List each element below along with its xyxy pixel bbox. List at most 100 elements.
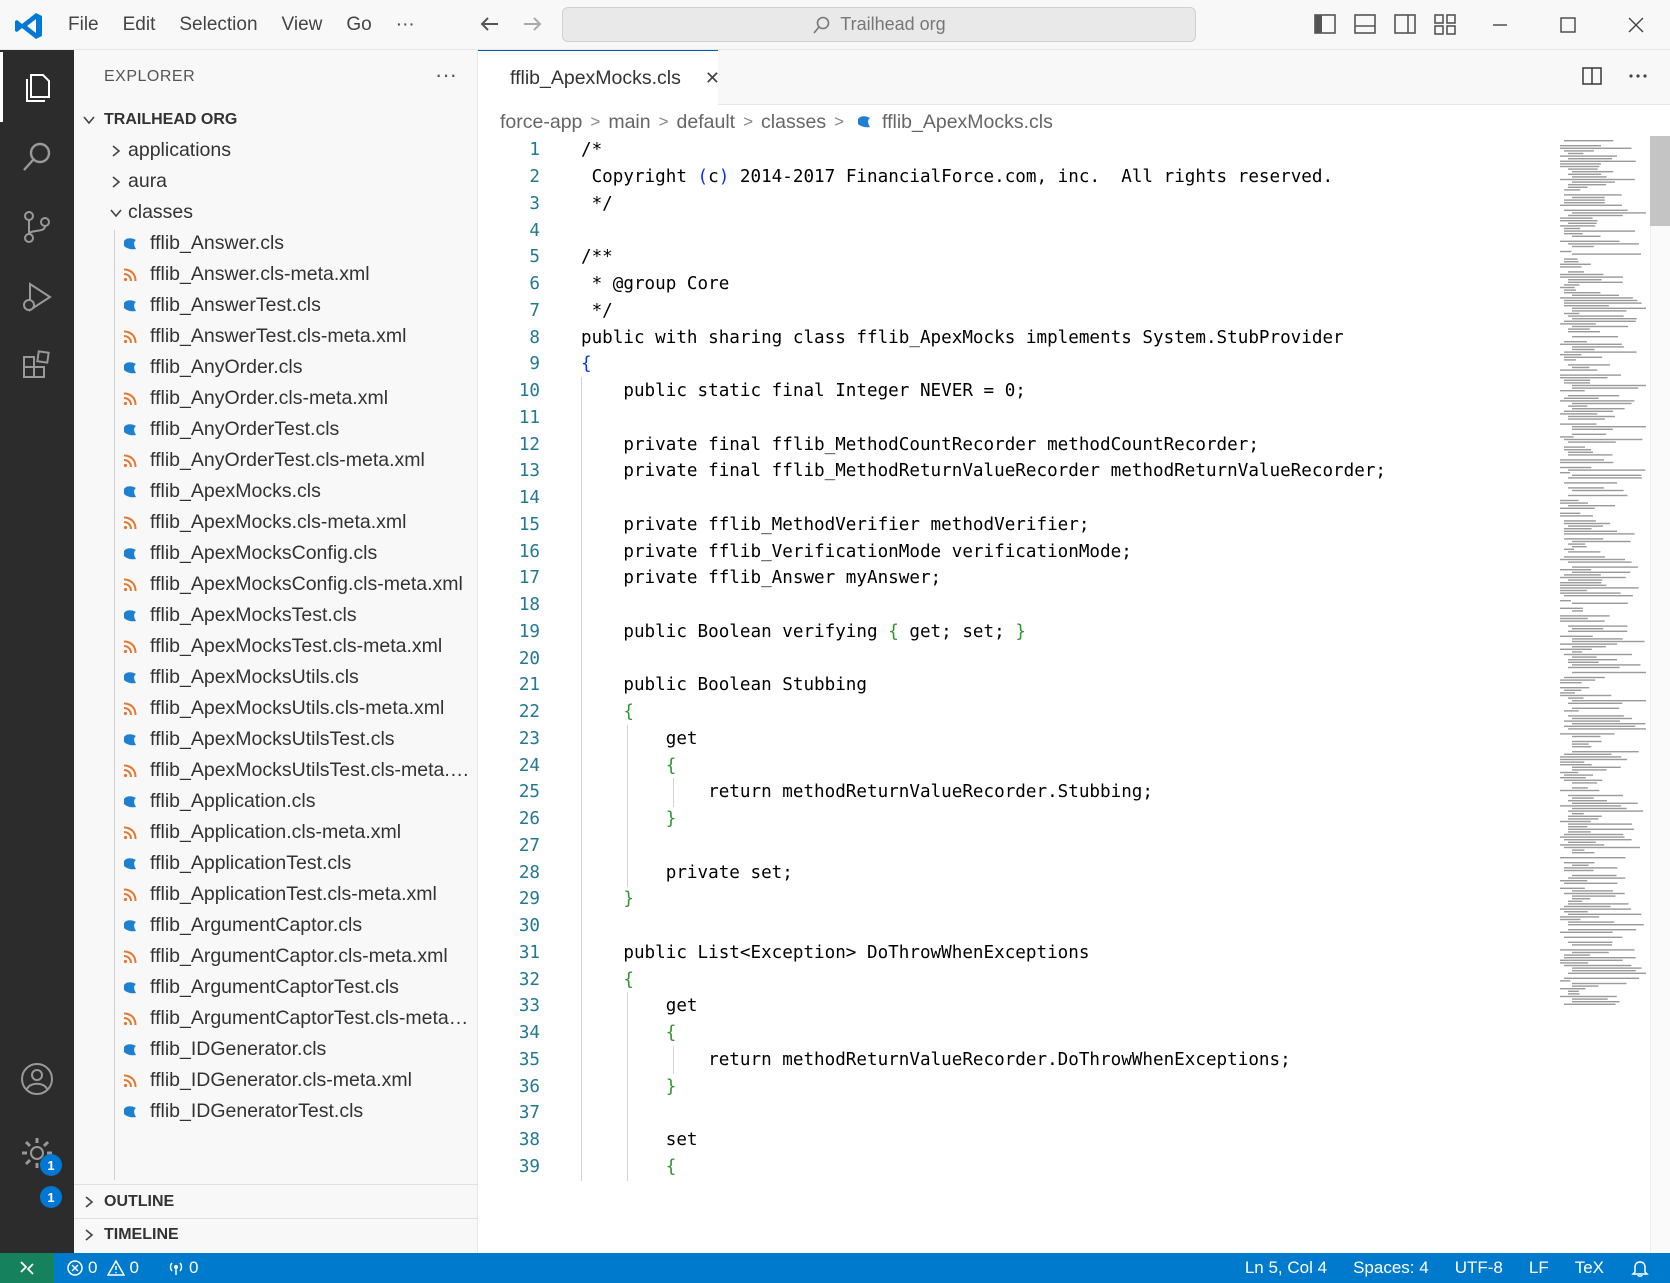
run-debug-activity[interactable] — [0, 262, 74, 332]
menu-go[interactable]: Go — [334, 14, 383, 36]
accounts-activity[interactable] — [0, 1044, 74, 1114]
maximize-button[interactable] — [1534, 0, 1602, 50]
file-item[interactable]: fflib_AnyOrderTest.cls — [74, 413, 478, 446]
file-item[interactable]: fflib_ApexMocksConfig.cls-meta.xml — [74, 568, 478, 601]
file-item[interactable]: fflib_ApexMocksTest.cls — [74, 599, 478, 632]
file-item[interactable]: fflib_IDGeneratorTest.cls — [74, 1095, 478, 1128]
file-item[interactable]: fflib_AnyOrderTest.cls-meta.xml — [74, 444, 478, 477]
code-line: 1 /* — [478, 136, 1558, 165]
broadcast-icon — [169, 1262, 183, 1275]
apex-file-icon — [124, 1106, 136, 1118]
file-item[interactable]: fflib_ApplicationTest.cls — [74, 847, 478, 880]
cursor-position[interactable]: Ln 5, Col 4 — [1245, 1258, 1327, 1278]
manage-badge: 1 — [40, 1154, 62, 1176]
editor-scrollbar-thumb[interactable] — [1650, 136, 1670, 226]
line-number: 16 — [518, 541, 540, 562]
file-item[interactable]: fflib_IDGenerator.cls — [74, 1033, 478, 1066]
menu-more[interactable]: ··· — [384, 14, 427, 36]
search-activity[interactable] — [0, 122, 74, 192]
toggle-primary-sidebar-icon[interactable] — [1312, 11, 1338, 37]
file-item[interactable]: fflib_ApplicationTest.cls-meta.xml — [74, 878, 478, 911]
toggle-panel-icon[interactable] — [1352, 11, 1378, 37]
minimize-button[interactable] — [1466, 0, 1534, 50]
editor-scrollbar[interactable] — [1650, 136, 1670, 1253]
minimap-line — [1564, 289, 1577, 291]
breadcrumb-item[interactable]: fflib_ApexMocks.cls — [882, 111, 1053, 134]
file-item[interactable]: fflib_Answer.cls — [74, 227, 478, 260]
file-item[interactable]: fflib_ApexMocksUtilsTest.cls-meta.xml — [74, 754, 478, 787]
code-text: } — [623, 889, 634, 910]
file-item[interactable]: fflib_AnswerTest.cls — [74, 289, 478, 322]
code-editor[interactable]: 1/* 2 Copyright (c) 2014-2017 FinancialFo… — [478, 136, 1558, 1253]
folder-aura[interactable]: aura — [104, 165, 167, 198]
line-number: 32 — [518, 969, 540, 990]
bell-icon[interactable] — [1630, 1258, 1650, 1278]
back-arrow-icon[interactable] — [476, 10, 504, 38]
line-number: 31 — [518, 942, 540, 963]
code-line: 22 { — [478, 697, 1558, 727]
file-item[interactable]: fflib_Application.cls — [74, 785, 478, 818]
minimap-line — [1568, 877, 1626, 879]
code-line: 34 { — [478, 1018, 1558, 1048]
end-of-line[interactable]: LF — [1529, 1258, 1549, 1278]
explorer-more-actions[interactable]: ··· — [435, 62, 457, 88]
more-actions-icon[interactable] — [1626, 64, 1650, 88]
line-number: 37 — [518, 1103, 540, 1124]
code-line: 24 { — [478, 751, 1558, 780]
customize-layout-icon[interactable] — [1432, 11, 1458, 37]
file-item[interactable]: fflib_ApexMocksUtils.cls-meta.xml — [74, 692, 478, 725]
close-tab-icon[interactable]: ✕ — [705, 68, 720, 89]
encoding[interactable]: UTF-8 — [1455, 1258, 1503, 1278]
file-item[interactable]: fflib_ApexMocksTest.cls-meta.xml — [74, 630, 478, 663]
folder-applications[interactable]: applications — [104, 134, 231, 167]
file-item[interactable]: fflib_ArgumentCaptor.cls — [74, 909, 478, 942]
tab-fflib-apexmocks[interactable]: fflib_ApexMocks.cls ✕ — [478, 50, 720, 105]
menu-view[interactable]: View — [270, 14, 335, 36]
file-item[interactable]: fflib_Answer.cls-meta.xml — [74, 258, 478, 291]
line-number: 21 — [518, 675, 540, 696]
minimap-line — [1564, 520, 1596, 522]
explorer-activity[interactable] — [0, 52, 74, 122]
breadcrumb-item[interactable]: default — [677, 111, 736, 134]
file-item[interactable]: fflib_Application.cls-meta.xml — [74, 816, 478, 849]
minimap[interactable] — [1556, 136, 1650, 1016]
breadcrumb-item[interactable]: main — [608, 111, 650, 134]
minimap-line — [1560, 805, 1622, 807]
file-item[interactable]: fflib_ApexMocksUtilsTest.cls — [74, 723, 478, 756]
split-editor-icon[interactable] — [1580, 64, 1604, 88]
forward-arrow-icon[interactable] — [518, 10, 546, 38]
file-item[interactable]: fflib_ApexMocks.cls-meta.xml — [74, 506, 478, 539]
file-item[interactable]: fflib_AnyOrder.cls-meta.xml — [74, 382, 478, 415]
timeline-section-header[interactable]: TIMELINE — [74, 1218, 478, 1251]
file-item[interactable]: fflib_IDGenerator.cls-meta.xml — [74, 1064, 478, 1097]
menu-edit[interactable]: Edit — [111, 14, 168, 36]
command-center-search[interactable]: Trailhead org — [562, 7, 1196, 42]
close-window-button[interactable] — [1602, 0, 1670, 50]
file-item[interactable]: fflib_AnyOrder.cls — [74, 351, 478, 384]
manage-activity[interactable] — [0, 1118, 74, 1188]
workspace-root-header[interactable]: TRAILHEAD ORG — [74, 103, 478, 136]
problems-indicator[interactable]: 0 0 — [66, 1258, 139, 1278]
breadcrumb-item[interactable]: force-app — [500, 111, 582, 134]
file-item[interactable]: fflib_ApexMocks.cls — [74, 475, 478, 508]
folder-classes[interactable]: classes — [104, 196, 193, 229]
file-item[interactable]: fflib_ArgumentCaptorTest.cls — [74, 971, 478, 1004]
indentation[interactable]: Spaces: 4 — [1353, 1258, 1429, 1278]
language-mode[interactable]: TeX — [1575, 1258, 1604, 1278]
remote-indicator[interactable] — [0, 1253, 54, 1283]
menu-selection[interactable]: Selection — [167, 14, 269, 36]
toggle-secondary-sidebar-icon[interactable] — [1392, 11, 1418, 37]
file-item[interactable]: fflib_ArgumentCaptor.cls-meta.xml — [74, 940, 478, 973]
source-control-activity[interactable] — [0, 192, 74, 262]
rss-xml-file-icon — [123, 702, 137, 716]
menu-file[interactable]: File — [56, 14, 111, 36]
extensions-activity[interactable] — [0, 332, 74, 402]
outline-section-header[interactable]: OUTLINE — [74, 1185, 478, 1218]
ports-indicator[interactable]: 0 — [167, 1258, 198, 1278]
file-item[interactable]: fflib_ApexMocksConfig.cls — [74, 537, 478, 570]
code-text: { — [581, 354, 592, 375]
file-item[interactable]: fflib_AnswerTest.cls-meta.xml — [74, 320, 478, 353]
file-item[interactable]: fflib_ApexMocksUtils.cls — [74, 661, 478, 694]
breadcrumb-item[interactable]: classes — [761, 111, 826, 134]
file-item[interactable]: fflib_ArgumentCaptorTest.cls-meta.x... — [74, 1002, 478, 1035]
